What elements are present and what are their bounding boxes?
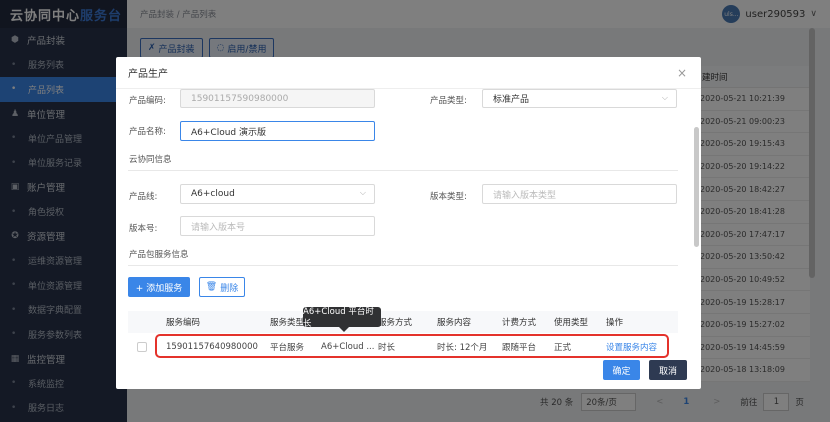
chevron-down-icon: ⌵ xyxy=(661,93,668,102)
product-line-select[interactable]: A6+cloud ⌵ xyxy=(180,184,375,204)
product-code-label: 产品编码: xyxy=(129,96,166,106)
col-service-code: 服务编码 xyxy=(166,318,201,328)
product-name-input[interactable]: A6+Cloud 演示版 xyxy=(180,121,375,141)
tooltip: A6+Cloud 平台时长 xyxy=(303,307,381,332)
col-service-mode: 服务方式 xyxy=(378,318,413,328)
section-divider xyxy=(128,265,678,266)
col-usage-type: 使用类型 xyxy=(554,318,589,328)
trash-icon: 🗑 xyxy=(205,282,218,292)
product-line-label: 产品线: xyxy=(129,192,158,202)
section-divider xyxy=(128,170,678,171)
col-billing: 计费方式 xyxy=(502,318,537,328)
service-table-header: 服务编码 服务类型 服务方式 服务内容 计费方式 使用类型 操作 xyxy=(128,311,678,333)
highlight-box xyxy=(155,334,669,358)
col-service-content: 服务内容 xyxy=(437,318,472,328)
checkbox[interactable] xyxy=(137,342,147,352)
version-type-input[interactable]: 请输入版本类型 xyxy=(482,184,677,204)
product-type-value: 标准产品 xyxy=(493,95,530,105)
version-type-label: 版本类型: xyxy=(430,192,467,202)
add-service-button[interactable]: + 添加服务 xyxy=(128,277,190,297)
delete-label: 删除 xyxy=(220,283,239,294)
close-icon[interactable]: × xyxy=(677,66,687,80)
dialog-scrollbar[interactable] xyxy=(694,127,699,247)
dialog-title: 产品生产 xyxy=(116,57,701,89)
version-no-input[interactable]: 请输入版本号 xyxy=(180,216,375,236)
product-type-label: 产品类型: xyxy=(430,96,467,106)
chevron-down-icon: ⌵ xyxy=(359,188,366,197)
service-section-title: 产品包服务信息 xyxy=(129,250,189,260)
cancel-button[interactable]: 取消 xyxy=(649,360,687,380)
confirm-button[interactable]: 确定 xyxy=(603,360,640,380)
product-line-value: A6+cloud xyxy=(191,189,235,199)
product-name-label: 产品名称: xyxy=(129,127,166,137)
cloud-section-title: 云协同信息 xyxy=(129,155,172,165)
delete-button[interactable]: 🗑 删除 xyxy=(199,277,245,297)
product-code-input[interactable]: 15901157590980000 xyxy=(180,89,375,108)
version-no-label: 版本号: xyxy=(129,224,158,234)
col-service-type: 服务类型 xyxy=(270,318,305,328)
product-type-select[interactable]: 标准产品 ⌵ xyxy=(482,89,677,108)
dialog-footer: 确定 取消 xyxy=(116,354,701,389)
col-action: 操作 xyxy=(606,318,624,328)
